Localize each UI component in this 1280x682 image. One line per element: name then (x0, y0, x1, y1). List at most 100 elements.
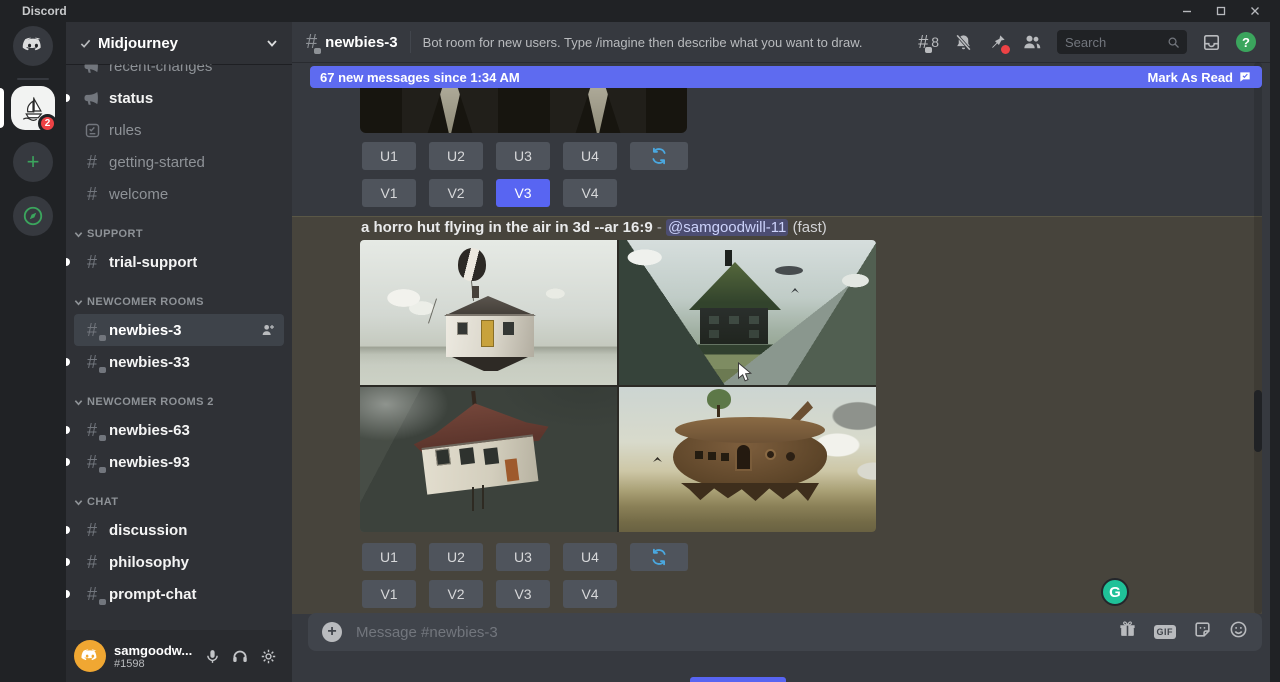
chat-scrollbar[interactable] (1254, 62, 1262, 614)
gift-button[interactable] (1118, 620, 1137, 644)
category-newcomer-rooms[interactable]: NEWCOMER ROOMS (66, 290, 292, 314)
art-suit-figure (390, 88, 510, 133)
sidebar-item-status[interactable]: status (74, 82, 284, 114)
sticker-button[interactable] (1193, 620, 1212, 644)
sidebar-item-newbies-33[interactable]: # newbies-33 (74, 346, 284, 378)
channel-sidebar: recent-changes status rules # getting-st… (66, 22, 292, 682)
v1-button[interactable]: V1 (362, 179, 416, 207)
message-input[interactable] (356, 624, 1118, 641)
main-content: # newbies-3 Bot room for new users. Type… (292, 22, 1280, 682)
hash-icon: # (82, 185, 102, 203)
sidebar-item-getting-started[interactable]: # getting-started (74, 146, 284, 178)
u2-button[interactable]: U2 (429, 543, 483, 571)
channel-label: newbies-33 (109, 354, 190, 371)
help-button[interactable]: ? (1236, 32, 1256, 52)
search-input[interactable]: Search (1057, 30, 1187, 54)
server-mention-badge: 2 (38, 114, 57, 133)
u4-button[interactable]: U4 (563, 142, 617, 170)
inbox-button[interactable] (1202, 33, 1221, 52)
v4-button[interactable]: V4 (563, 580, 617, 608)
gif-button[interactable]: GIF (1154, 625, 1177, 639)
reroll-button[interactable] (630, 543, 688, 571)
threads-button[interactable]: # 8 (918, 33, 939, 51)
add-server-button[interactable]: + (13, 142, 53, 182)
close-button[interactable] (1238, 0, 1272, 22)
server-header[interactable]: Midjourney (66, 22, 292, 64)
minimize-button[interactable] (1170, 0, 1204, 22)
member-list-button[interactable] (1022, 32, 1042, 52)
sidebar-item-newbies-93[interactable]: # newbies-93 (74, 446, 284, 478)
chevron-down-icon (74, 498, 83, 507)
window-right-edge (1270, 22, 1280, 682)
v3-button-active[interactable]: V3 (496, 179, 550, 207)
search-placeholder: Search (1065, 35, 1166, 50)
chat-bubble-mark (99, 599, 106, 605)
u4-button[interactable]: U4 (563, 543, 617, 571)
user-avatar[interactable] (74, 640, 106, 672)
art-house-windows (457, 322, 468, 335)
sidebar-item-prompt-chat[interactable]: # prompt-chat (74, 578, 284, 610)
background-window-sliver (690, 677, 786, 682)
u3-button[interactable]: U3 (496, 543, 550, 571)
sidebar-item-newbies-63[interactable]: # newbies-63 (74, 414, 284, 446)
scrollbar-thumb[interactable] (1254, 390, 1262, 452)
u2-button[interactable]: U2 (429, 142, 483, 170)
channel-header: # newbies-3 Bot room for new users. Type… (292, 22, 1270, 62)
hash-chat-icon: # (82, 453, 102, 471)
threads-count: 8 (931, 34, 939, 50)
mouse-cursor (737, 362, 755, 389)
grammarly-widget[interactable]: G (1101, 578, 1129, 606)
category-support[interactable]: SUPPORT (66, 222, 292, 246)
notifications-button[interactable] (954, 33, 973, 52)
attach-plus-icon[interactable]: + (322, 622, 342, 642)
channel-label: newbies-93 (109, 454, 190, 471)
art-house-door (481, 320, 494, 347)
v4-button[interactable]: V4 (563, 179, 617, 207)
maximize-button[interactable] (1204, 0, 1238, 22)
home-button[interactable] (13, 26, 53, 66)
close-icon (1249, 5, 1261, 17)
grid-image-top-left[interactable] (360, 240, 617, 385)
u1-button[interactable]: U1 (362, 142, 416, 170)
create-invite-icon[interactable] (260, 322, 276, 338)
u1-button[interactable]: U1 (362, 543, 416, 571)
user-panel: samgoodw... #1598 (66, 630, 292, 682)
art-house-legs (472, 487, 474, 511)
reroll-button[interactable] (630, 142, 688, 170)
sidebar-item-welcome[interactable]: # welcome (74, 178, 284, 210)
art-house-roof (440, 296, 540, 316)
sidebar-item-newbies-3[interactable]: # newbies-3 (74, 314, 284, 346)
username: samgoodw... (114, 643, 198, 658)
sidebar-item-rules[interactable]: rules (74, 114, 284, 146)
deafen-button[interactable] (226, 642, 254, 670)
previous-message-image[interactable] (360, 88, 687, 133)
message-composer[interactable]: + GIF (308, 613, 1262, 651)
v2-button[interactable]: V2 (429, 580, 483, 608)
grid-image-bottom-left[interactable] (360, 387, 617, 532)
server-selected-pill (0, 88, 4, 128)
pinned-messages-button[interactable] (988, 33, 1007, 52)
mark-as-read-button[interactable]: Mark As Read (1148, 70, 1253, 85)
v2-button[interactable]: V2 (429, 179, 483, 207)
user-mention[interactable]: @samgoodwill-11 (666, 219, 788, 236)
sidebar-item-philosophy[interactable]: # philosophy (74, 546, 284, 578)
v3-button[interactable]: V3 (496, 580, 550, 608)
art-cabin-chimney (725, 250, 732, 266)
category-chat[interactable]: CHAT (66, 490, 292, 514)
settings-button[interactable] (254, 642, 282, 670)
category-newcomer-rooms-2[interactable]: NEWCOMER ROOMS 2 (66, 390, 292, 414)
grid-image-bottom-right[interactable] (619, 387, 876, 532)
chat-bubble-mark (925, 47, 932, 53)
u3-button[interactable]: U3 (496, 142, 550, 170)
variation-row-previous: V1 V2 V3 V4 (362, 179, 617, 207)
emoji-button[interactable] (1229, 620, 1248, 644)
channel-topic[interactable]: Bot room for new users. Type /imagine th… (423, 35, 863, 50)
hash-chat-icon: # (82, 421, 102, 439)
channel-label: newbies-63 (109, 422, 190, 439)
user-meta[interactable]: samgoodw... #1598 (114, 643, 198, 670)
sidebar-item-trial-support[interactable]: # trial-support (74, 246, 284, 278)
explore-servers-button[interactable] (13, 196, 53, 236)
mic-button[interactable] (198, 642, 226, 670)
v1-button[interactable]: V1 (362, 580, 416, 608)
sidebar-item-discussion[interactable]: # discussion (74, 514, 284, 546)
